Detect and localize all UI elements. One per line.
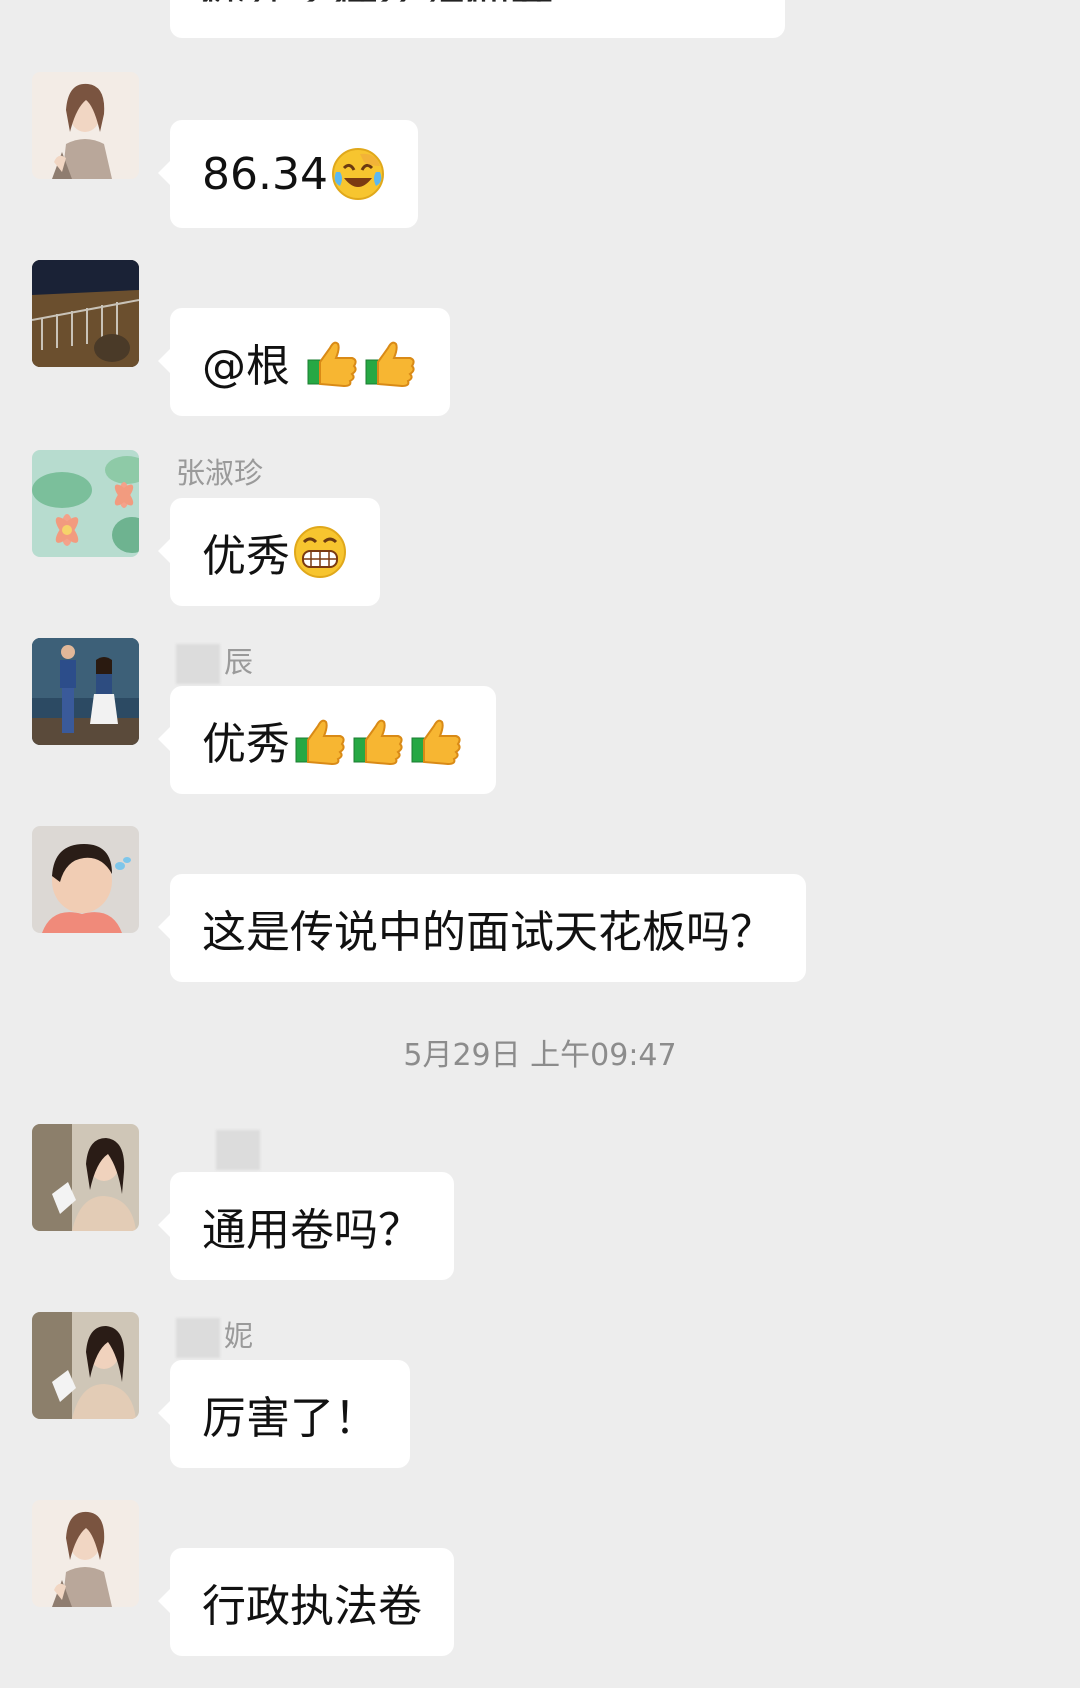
sender-name: 张淑珍	[176, 456, 264, 490]
chat-window: 你在考什么神仙卷 86.34 @根 张淑珍 优秀 辰 优秀 这是传说中的面试天花…	[0, 0, 1080, 1688]
thumbs-up-emoji	[304, 334, 360, 390]
avatar-night-street[interactable]	[32, 260, 139, 367]
message-text: 这是传说中的面试天花板吗？	[202, 907, 774, 958]
avatar-girl-photo[interactable]	[32, 1312, 139, 1419]
avatar-anime-character[interactable]	[32, 1500, 139, 1607]
blurred-name-part	[216, 1130, 260, 1170]
chat-timestamp: 5月29日 上午09:47	[403, 1038, 677, 1073]
thumbs-up-emoji	[362, 334, 418, 390]
message-bubble[interactable]: 优秀	[158, 686, 496, 794]
avatar-lotus[interactable]	[32, 450, 139, 557]
avatar-anime-character[interactable]	[32, 72, 139, 179]
message-text: 厉害了！	[202, 1393, 378, 1444]
message-bubble[interactable]: @根	[158, 308, 450, 416]
avatar-girl-photo[interactable]	[32, 1124, 139, 1231]
sender-name	[176, 1130, 264, 1170]
thumbs-up-emoji	[350, 712, 406, 768]
message-text-partial: 你在考什么神仙卷	[202, 0, 554, 31]
thumbs-up-emoji	[408, 712, 464, 768]
laugh-cry-emoji	[330, 146, 386, 202]
thumbs-up-emoji	[292, 712, 348, 768]
message-text: 行政执法卷	[202, 1581, 422, 1632]
message-bubble[interactable]: 86.34	[158, 120, 418, 228]
message-text: 优秀	[202, 719, 290, 770]
avatar-child[interactable]	[32, 826, 139, 933]
message-bubble[interactable]: 厉害了！	[158, 1360, 410, 1468]
avatar-couple-photo[interactable]	[32, 638, 139, 745]
message-text: 86.34	[202, 148, 328, 200]
sender-name: 辰	[176, 644, 253, 684]
message-bubble[interactable]: 行政执法卷	[158, 1548, 454, 1656]
message-bubble[interactable]: 通用卷吗？	[158, 1172, 454, 1280]
sender-name: 妮	[176, 1318, 253, 1358]
message-bubble[interactable]: 优秀	[158, 498, 380, 606]
grin-emoji	[292, 524, 348, 580]
message-bubble-partial[interactable]: 你在考什么神仙卷	[170, 0, 785, 38]
message-text: 优秀	[202, 531, 290, 582]
blurred-name-part	[176, 1318, 220, 1358]
message-text: 通用卷吗？	[202, 1205, 422, 1256]
message-text: @根	[202, 341, 290, 392]
message-bubble[interactable]: 这是传说中的面试天花板吗？	[158, 874, 806, 982]
blurred-name-part	[176, 644, 220, 684]
